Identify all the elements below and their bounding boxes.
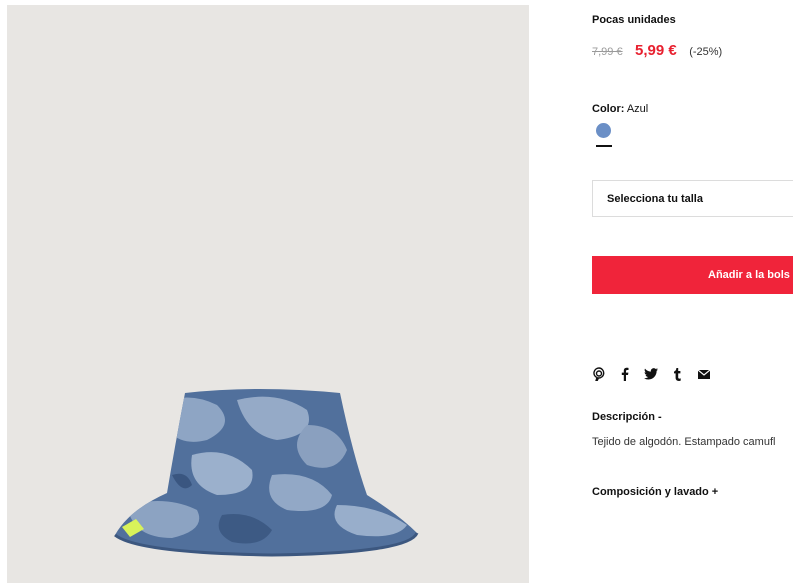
discount-badge: (-25%) [689, 46, 723, 58]
twitter-icon[interactable] [644, 366, 658, 382]
pinterest-icon[interactable] [592, 366, 606, 382]
color-label: Color: [592, 103, 625, 115]
bucket-hat-icon [114, 389, 419, 557]
price-row: 7,99 € 5,99 € (-25%) [592, 42, 722, 60]
size-select-label: Selecciona tu talla [607, 193, 703, 205]
add-to-bag-button[interactable]: Añadir a la bols [592, 256, 793, 294]
sale-price: 5,99 € [635, 42, 677, 59]
product-info-panel: Pocas unidades 7,99 € 5,99 € (-25%) Colo… [592, 0, 793, 583]
product-image[interactable] [7, 5, 529, 583]
color-value: Azul [626, 103, 649, 115]
tumblr-icon[interactable] [671, 366, 685, 382]
color-swatch-azul[interactable] [596, 123, 611, 138]
description-text: Tejido de algodón. Estampado camufl [592, 436, 776, 448]
email-icon[interactable] [697, 366, 711, 382]
size-select[interactable]: Selecciona tu talla [592, 180, 793, 217]
old-price: 7,99 € [592, 46, 623, 58]
color-selection-label: Color: Azul [592, 103, 648, 115]
composition-toggle[interactable]: Composición y lavado + [592, 486, 718, 498]
selected-swatch-indicator [596, 145, 612, 147]
stock-status: Pocas unidades [592, 14, 676, 26]
facebook-icon[interactable] [618, 366, 632, 382]
description-toggle[interactable]: Descripción - [592, 411, 662, 423]
